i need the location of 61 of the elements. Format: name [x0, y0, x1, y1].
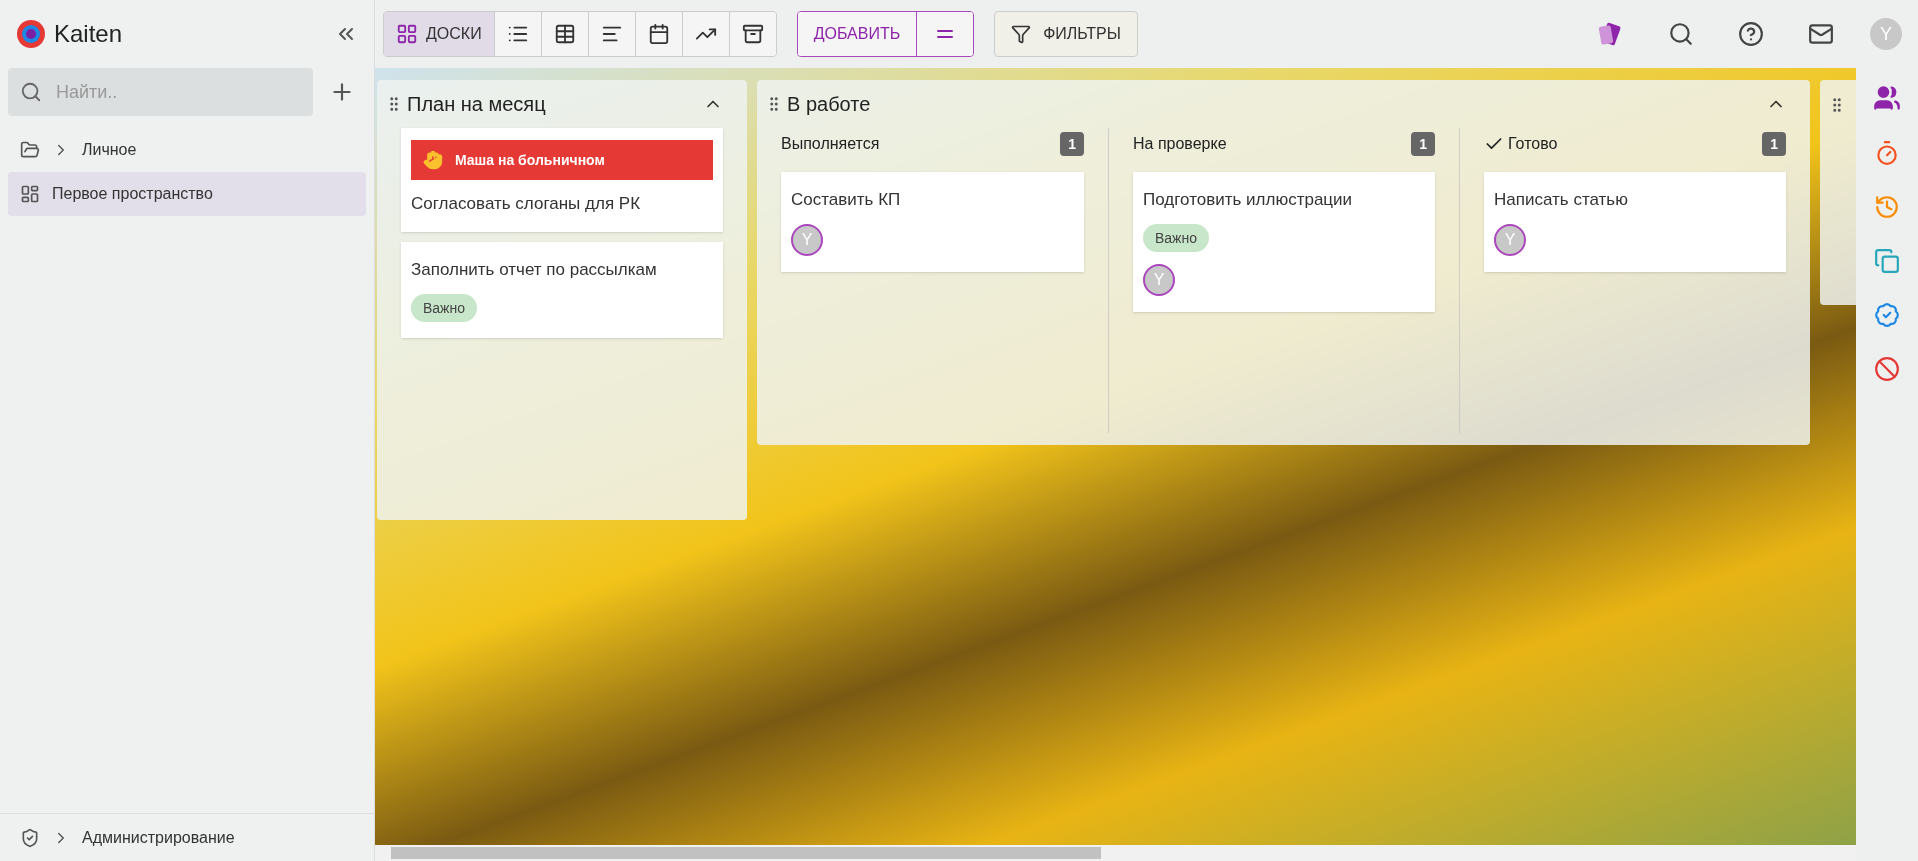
view-tab[interactable]: [494, 12, 542, 56]
filter-label: ФИЛЬТРЫ: [1043, 24, 1121, 44]
view-tab[interactable]: [541, 12, 589, 56]
sidebar-item[interactable]: Личное: [8, 128, 366, 172]
horizontal-scrollbar[interactable]: [375, 845, 1856, 861]
users-icon[interactable]: [1873, 84, 1901, 112]
badge-icon[interactable]: [1874, 302, 1900, 328]
count-badge: 1: [1411, 132, 1435, 156]
card-title: Согласовать слоганы для РК: [411, 193, 642, 215]
card-title: Составить КП: [791, 189, 902, 211]
archive-icon: [741, 23, 764, 45]
sidebar-item[interactable]: Первое пространство: [8, 172, 366, 216]
count-badge: 1: [1060, 132, 1084, 156]
boards-icon: [396, 23, 418, 45]
search-field[interactable]: Найти..: [8, 68, 313, 116]
view-tab[interactable]: [682, 12, 730, 56]
task-card[interactable]: Заполнить отчет по рассылкам Важно: [401, 242, 723, 338]
lane-title: Готово: [1508, 134, 1558, 154]
shield-icon: [20, 827, 40, 848]
view-tab[interactable]: [635, 12, 683, 56]
filter-button[interactable]: ФИЛЬТРЫ: [994, 11, 1138, 57]
lane-title: Выполняется: [781, 134, 880, 154]
logo-text: Kaiten: [54, 19, 123, 49]
column-title: В работе: [787, 92, 871, 117]
filter-icon: [1011, 24, 1032, 44]
mail-icon: [1808, 21, 1834, 47]
timer-icon[interactable]: [1874, 140, 1900, 166]
view-label: ДОСКИ: [426, 24, 482, 44]
count-badge: 1: [1762, 132, 1786, 156]
sidebar-item-label: Первое пространство: [52, 184, 213, 204]
column-title: План на месяц: [407, 92, 546, 117]
search-icon: [1668, 21, 1694, 47]
admin-label: Администрирование: [82, 827, 235, 848]
block-icon[interactable]: [1874, 356, 1900, 382]
tag: Важно: [411, 294, 477, 322]
admin-item[interactable]: Администрирование: [0, 813, 374, 861]
lane-title: На проверке: [1133, 134, 1227, 154]
add-card-button[interactable]: ДОБАВИТЬ: [797, 12, 918, 56]
calendar-icon: [647, 23, 670, 45]
add-options-button[interactable]: [917, 12, 974, 56]
search-button[interactable]: [1668, 21, 1694, 47]
sidebar-item-label: Личное: [82, 140, 137, 160]
card-title: Заполнить отчет по рассылкам: [411, 259, 658, 281]
copy-icon[interactable]: [1874, 248, 1900, 274]
hand-icon: [423, 150, 443, 170]
card-title: Написать статью: [1494, 189, 1629, 211]
view-tab[interactable]: [729, 12, 776, 56]
table-icon: [553, 23, 576, 45]
tag: Важно: [1143, 224, 1209, 252]
folder-icon: [20, 140, 40, 160]
task-card[interactable]: Маша на больничном Согласовать слоганы для РК: [401, 128, 723, 232]
view-tab[interactable]: [588, 12, 636, 56]
logo-icon: [16, 19, 46, 49]
dashboard-icon: [20, 184, 40, 204]
help-icon: [1738, 21, 1764, 47]
card-title: Подготовить иллюстрации: [1143, 189, 1354, 211]
help-button[interactable]: [1738, 21, 1764, 47]
mail-button[interactable]: [1808, 21, 1834, 47]
search-icon: [20, 81, 42, 103]
blocker-text: Маша на больничном: [455, 151, 605, 170]
view-tab[interactable]: ДОСКИ: [384, 12, 495, 56]
